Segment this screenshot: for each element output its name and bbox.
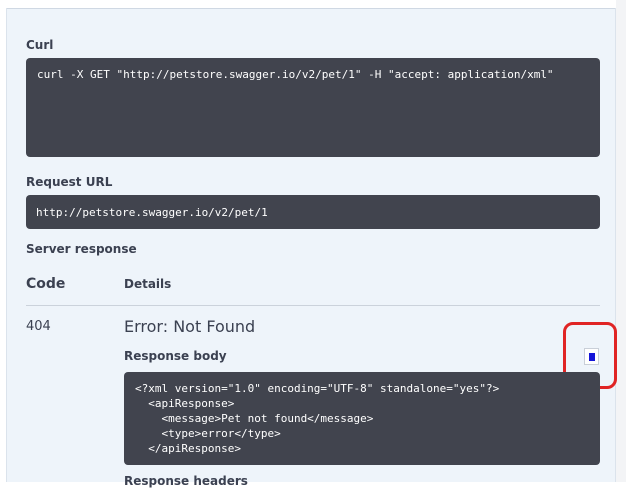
response-headers-label: Response headers (124, 474, 248, 488)
response-status-code: 404 (26, 319, 51, 334)
copy-to-clipboard-button[interactable] (584, 348, 599, 365)
request-url-block[interactable]: http://petstore.swagger.io/v2/pet/1 (26, 195, 600, 229)
column-header-code: Code (26, 276, 66, 292)
scrollbar-track[interactable] (616, 0, 626, 482)
curl-command-block[interactable]: curl -X GET "http://petstore.swagger.io/… (26, 58, 600, 157)
curl-label: Curl (26, 38, 54, 52)
response-status-text: Error: Not Found (124, 317, 256, 336)
response-body-block[interactable]: <?xml version="1.0" encoding="UTF-8" sta… (124, 372, 600, 465)
request-url-label: Request URL (26, 175, 113, 189)
table-divider (26, 305, 600, 306)
column-header-details: Details (124, 277, 172, 291)
copy-icon (589, 353, 595, 361)
response-body-label: Response body (124, 349, 227, 363)
section-left-border (6, 8, 7, 482)
server-response-label: Server response (26, 242, 137, 256)
section-top-border (6, 0, 616, 9)
